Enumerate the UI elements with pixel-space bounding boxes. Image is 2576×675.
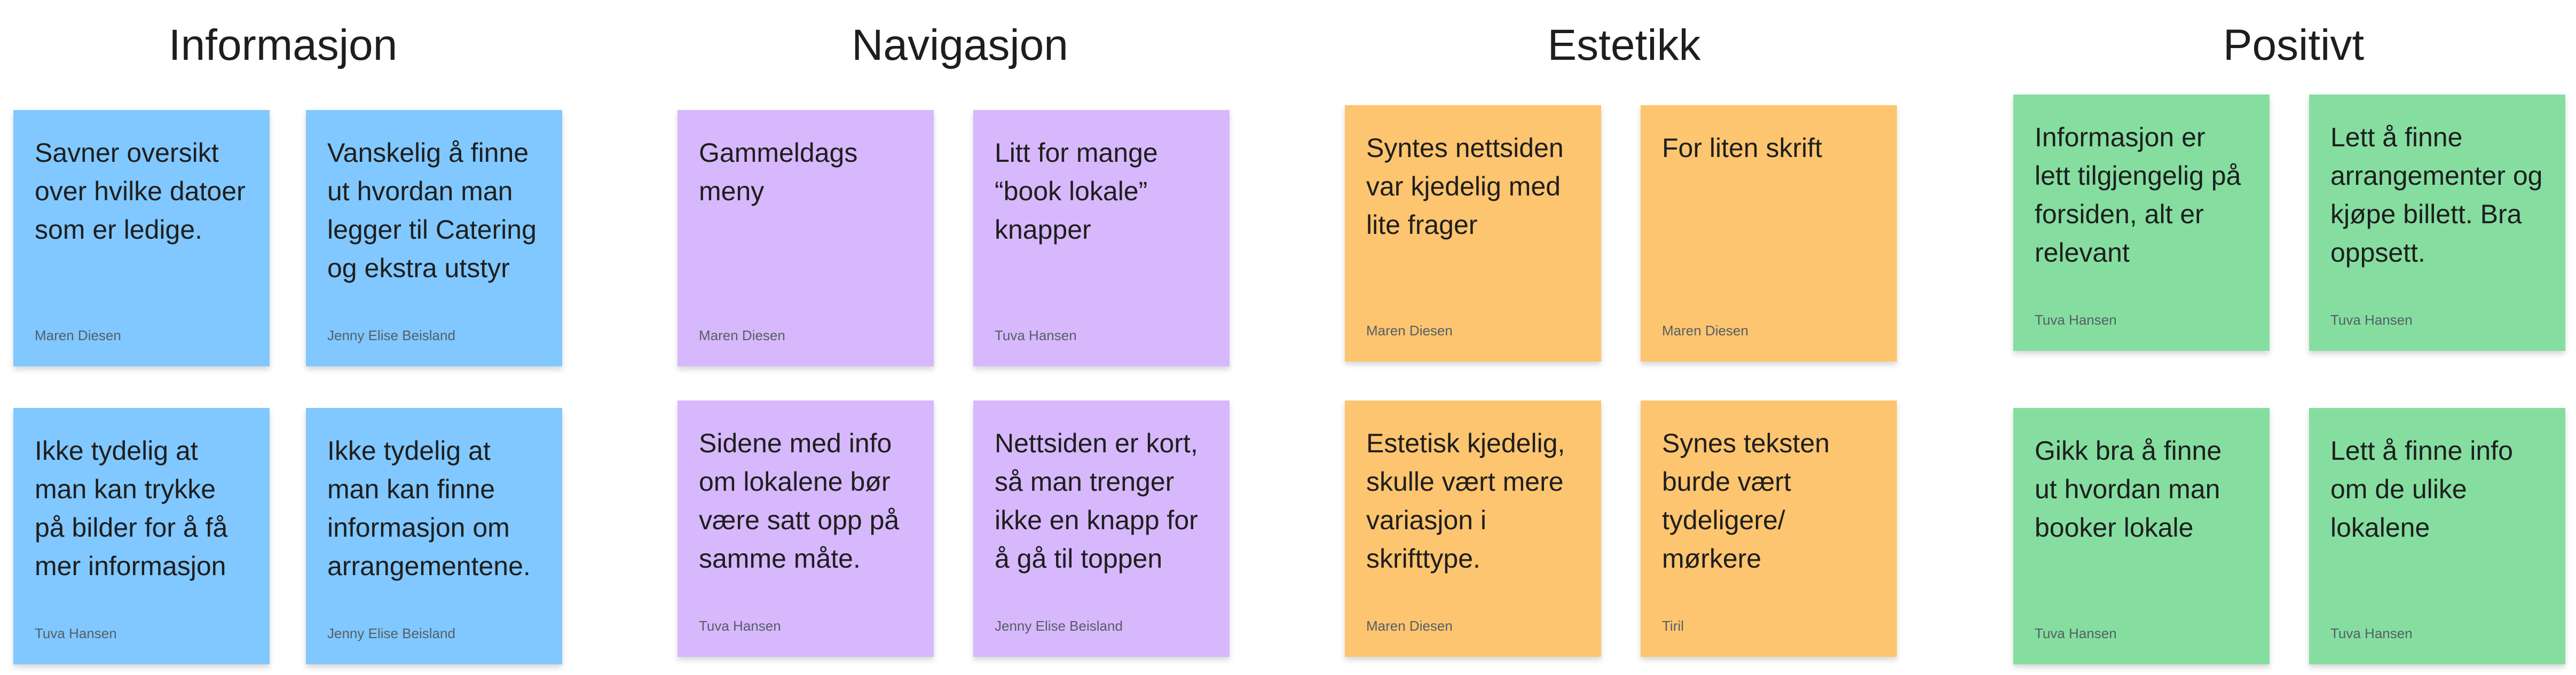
sticky-note[interactable]: Ikke tydelig at man kan trykke på bilder… [13, 408, 270, 664]
note-author: Maren Diesen [1366, 618, 1453, 634]
group-title-informasjon: Informasjon [168, 21, 398, 69]
sticky-note[interactable]: Nettsiden er kort, så man trenger ikke e… [973, 401, 1230, 657]
note-author: Maren Diesen [35, 327, 121, 343]
note-text: Gikk bra å finne ut hvordan man booker l… [2035, 436, 2222, 543]
group-title-positivt: Positivt [2223, 21, 2365, 69]
group-title-navigasjon: Navigasjon [852, 21, 1068, 69]
note-text: Sidene med info om lokalene bør være sat… [699, 428, 900, 574]
sticky-note[interactable]: Lett å finne arrangementer og kjøpe bill… [2309, 95, 2565, 351]
note-text: Estetisk kjedelig, skulle vært mere vari… [1366, 428, 1565, 574]
sticky-note[interactable]: Vanskelig å finne ut hvordan man legger … [306, 110, 562, 366]
note-author: Tuva Hansen [2330, 312, 2413, 328]
note-text: Lett å finne info om de ulike lokalene [2330, 436, 2513, 543]
note-author: Tuva Hansen [2035, 625, 2117, 641]
note-author: Jenny Elise Beisland [995, 618, 1123, 634]
note-author: Maren Diesen [1366, 323, 1453, 339]
note-text: Litt for mange “book lokale” knapper [995, 138, 1158, 245]
note-author: Maren Diesen [1662, 323, 1748, 339]
sticky-note[interactable]: For liten skrift Maren Diesen [1641, 105, 1897, 362]
sticky-note[interactable]: Savner oversikt over hvilke datoer som e… [13, 110, 270, 366]
note-text: Informasjon er lett tilgjengelig på fors… [2035, 122, 2241, 268]
note-text: Nettsiden er kort, så man trenger ikke e… [995, 428, 1198, 574]
note-author: Tuva Hansen [699, 618, 781, 634]
sticky-note[interactable]: Gikk bra å finne ut hvordan man booker l… [2013, 408, 2270, 664]
sticky-note[interactable]: Sidene med info om lokalene bør være sat… [678, 401, 934, 657]
note-text: Ikke tydelig at man kan trykke på bilder… [35, 436, 228, 581]
note-text: Savner oversikt over hvilke datoer som e… [35, 138, 246, 245]
note-text: Syntes nettsiden var kjedelig med lite f… [1366, 133, 1564, 240]
note-author: Jenny Elise Beisland [327, 327, 455, 343]
note-author: Jenny Elise Beisland [327, 625, 455, 641]
note-text: Lett å finne arrangementer og kjøpe bill… [2330, 122, 2543, 268]
note-author: Maren Diesen [699, 327, 785, 343]
sticky-note[interactable]: Gammeldags meny Maren Diesen [678, 110, 934, 366]
note-text: Ikke tydelig at man kan finne informasjo… [327, 436, 531, 581]
note-author: Tuva Hansen [995, 327, 1077, 343]
sticky-note[interactable]: Lett å finne info om de ulike lokalene T… [2309, 408, 2565, 664]
sticky-note[interactable]: Estetisk kjedelig, skulle vært mere vari… [1345, 401, 1601, 657]
sticky-note[interactable]: Synes teksten burde vært tydeligere/ mør… [1641, 401, 1897, 657]
sticky-note[interactable]: Informasjon er lett tilgjengelig på fors… [2013, 95, 2270, 351]
group-title-estetikk: Estetikk [1547, 21, 1701, 69]
note-text: Synes teksten burde vært tydeligere/ mør… [1662, 428, 1830, 574]
note-author: Tuva Hansen [2330, 625, 2413, 641]
sticky-note[interactable]: Litt for mange “book lokale” knapper Tuv… [973, 110, 1230, 366]
sticky-note[interactable]: Ikke tydelig at man kan finne informasjo… [306, 408, 562, 664]
note-author: Tuva Hansen [35, 625, 117, 641]
sticky-note[interactable]: Syntes nettsiden var kjedelig med lite f… [1345, 105, 1601, 362]
note-text: Gammeldags meny [699, 138, 858, 206]
note-text: For liten skrift [1662, 133, 1823, 163]
note-text: Vanskelig å finne ut hvordan man legger … [327, 138, 537, 283]
note-author: Tiril [1662, 618, 1684, 634]
note-author: Tuva Hansen [2035, 312, 2117, 328]
